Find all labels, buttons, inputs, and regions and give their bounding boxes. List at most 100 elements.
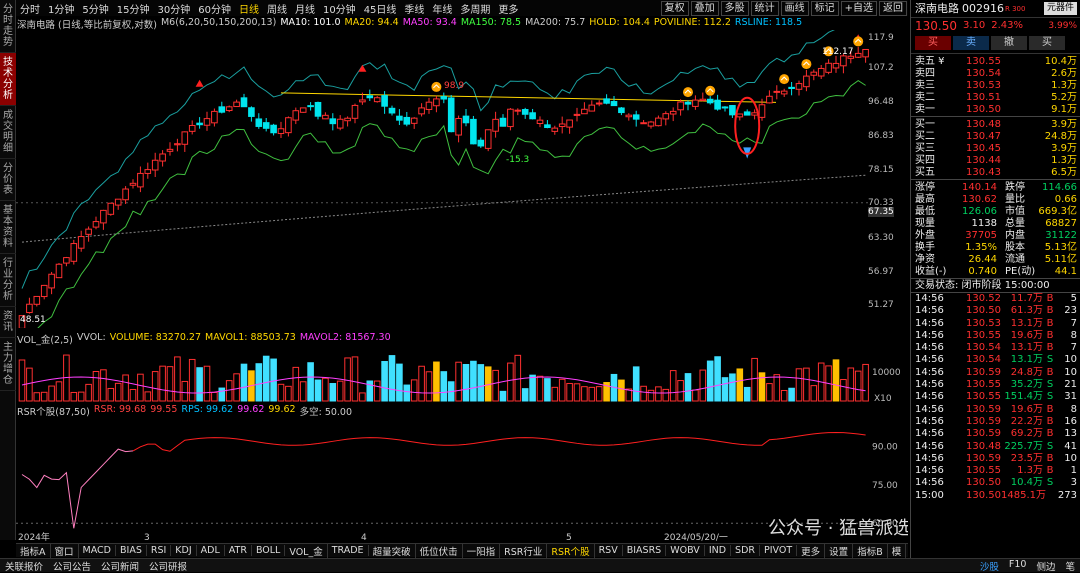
- quote-stats: 涨停 140.14 跌停 114.66 最高 130.62 量比 0.66 最低 126.06 市值…: [911, 179, 1080, 278]
- toolbar-action-0[interactable]: 复权: [660, 0, 689, 16]
- period-tab-3[interactable]: 15分钟: [117, 1, 150, 16]
- status-right-0[interactable]: 沙股: [975, 559, 1004, 573]
- toolbar-action-4[interactable]: 画线: [780, 0, 809, 16]
- vtab-3[interactable]: 分价表: [0, 159, 16, 201]
- toolbar-action-3[interactable]: 统计: [750, 0, 779, 16]
- indicator-tab-21[interactable]: PIVOT: [760, 545, 798, 556]
- indicator-tab-13[interactable]: 一阳指: [463, 543, 501, 558]
- candlestick-chart[interactable]: 112.17 98.9 -15.3 48.51: [16, 30, 908, 328]
- toolbar-action-5[interactable]: 标记: [810, 0, 839, 16]
- status-link-3[interactable]: 公司研报: [144, 559, 192, 573]
- indicator-tab-9[interactable]: VOL_金: [285, 543, 328, 558]
- indicator-tab-16[interactable]: RSV: [595, 545, 623, 556]
- vol-legend-item: VOLUME: 83270.27: [109, 332, 202, 343]
- period-tab-8[interactable]: 月线: [295, 1, 315, 16]
- buy-button[interactable]: 买: [915, 36, 951, 50]
- legend-item: RSLINE: 118.5: [734, 17, 803, 28]
- candle-body: [129, 182, 137, 186]
- toolbar-action-1[interactable]: 叠加: [690, 0, 719, 16]
- indicator-tab-11[interactable]: 超量突破: [369, 543, 416, 558]
- indicator-tab-8[interactable]: BOLL: [252, 545, 286, 556]
- status-link-1[interactable]: 公司公告: [48, 559, 96, 573]
- vtab-2[interactable]: 成交明细: [0, 106, 16, 159]
- volume-bar: [655, 386, 662, 402]
- indicator-tab-15[interactable]: RSR个股: [547, 543, 595, 558]
- period-tab-4[interactable]: 30分钟: [157, 1, 190, 16]
- vtab-1[interactable]: 技术分析: [0, 53, 16, 106]
- period-tab-10[interactable]: 45日线: [364, 1, 397, 16]
- period-tab-9[interactable]: 10分钟: [323, 1, 356, 16]
- status-right-1[interactable]: F10: [1004, 559, 1032, 573]
- vtab-5[interactable]: 行业分析: [0, 254, 16, 307]
- sell-button[interactable]: 卖: [953, 36, 989, 50]
- status-right-3[interactable]: 笔: [1060, 559, 1080, 573]
- indicator-tab-1[interactable]: 窗口: [51, 543, 79, 558]
- toolbar-action-6[interactable]: +自选: [840, 0, 877, 16]
- indicator-tab-14[interactable]: RSR行业: [500, 543, 548, 558]
- stat-value: 1138: [971, 218, 997, 229]
- indicator-tab-19[interactable]: IND: [705, 545, 732, 556]
- indicator-tab-3[interactable]: BIAS: [116, 545, 147, 556]
- period-tab-14[interactable]: 更多: [498, 1, 518, 16]
- indicator-tab-6[interactable]: ADL: [197, 545, 225, 556]
- vtab-7[interactable]: 主力增仓: [0, 338, 16, 391]
- indicator-tab-2[interactable]: MACD: [79, 545, 116, 556]
- volume-bar: [847, 367, 855, 402]
- volume-bar: [477, 364, 485, 402]
- period-tab-13[interactable]: 多周期: [460, 1, 490, 16]
- period-tab-0[interactable]: 分时: [20, 1, 40, 16]
- status-link-0[interactable]: 关联报价: [0, 559, 48, 573]
- indicator-tab-10[interactable]: TRADE: [328, 545, 369, 556]
- candle-body: [544, 124, 551, 129]
- period-tab-12[interactable]: 年线: [432, 1, 452, 16]
- indicator-tab-5[interactable]: KDJ: [171, 545, 197, 556]
- indicator-tab-23[interactable]: 设置: [825, 543, 854, 558]
- asks-label: 卖五 ¥: [915, 56, 945, 67]
- status-right-2[interactable]: 侧边: [1031, 559, 1060, 573]
- period-tab-1[interactable]: 1分钟: [48, 1, 74, 16]
- rsr-chart[interactable]: 90.0075.0060.002024年 3 4 5 2024/05/20/一 公众号 ·…: [16, 416, 908, 543]
- tick-side: B: [1046, 317, 1054, 329]
- sector-widget[interactable]: 元器件: [1043, 2, 1077, 15]
- indicator-right-0[interactable]: 指标B: [853, 543, 888, 558]
- indicator-tab-20[interactable]: SDR: [731, 545, 760, 556]
- indicator-tab-22[interactable]: 更多: [797, 543, 826, 558]
- status-link-2[interactable]: 公司新闻: [96, 559, 144, 573]
- indicator-tab-12[interactable]: 低位伏击: [416, 543, 463, 558]
- indicator-right-1[interactable]: 模: [888, 543, 907, 558]
- quick-buy-button[interactable]: 买: [1029, 36, 1065, 50]
- volume-bar: [137, 373, 144, 402]
- period-tab-11[interactable]: 季线: [404, 1, 424, 16]
- toolbar-action-7[interactable]: 返回: [879, 0, 907, 16]
- cancel-order-button[interactable]: 撤: [991, 36, 1027, 50]
- period-tab-5[interactable]: 60分钟: [198, 1, 231, 16]
- tick-list[interactable]: 14:56 130.52 11.7万 B 5 14:56 130.50 61.3万 B 23 14:…: [911, 292, 1080, 502]
- period-tab-2[interactable]: 5分钟: [82, 1, 108, 16]
- candle-body: [640, 122, 647, 125]
- indicator-tab-7[interactable]: ATR: [225, 545, 252, 556]
- candle-body: [77, 236, 85, 249]
- tick-volume: 13.1万: [1010, 342, 1043, 354]
- volume-chart[interactable]: 10000 X10: [16, 345, 908, 403]
- price-tick: 67.35: [868, 207, 894, 217]
- vtab-6[interactable]: 资讯: [0, 307, 16, 338]
- period-tab-6[interactable]: 日线: [239, 1, 259, 16]
- stat-label: 最高: [915, 194, 935, 205]
- volume-bar: [203, 365, 211, 402]
- volume-bar: [307, 362, 314, 402]
- asks-label: 卖一: [915, 104, 935, 115]
- indicator-tab-0[interactable]: 指标A: [16, 543, 51, 558]
- toolbar-action-2[interactable]: 多股: [720, 0, 749, 16]
- candle-body: [706, 98, 714, 104]
- vtab-4[interactable]: 基本资料: [0, 201, 16, 254]
- volume-bar: [299, 381, 307, 402]
- indicator-tab-18[interactable]: WOBV: [666, 545, 705, 556]
- indicator-tab-4[interactable]: RSI: [147, 545, 172, 556]
- tick-count: 7: [1070, 342, 1077, 354]
- vtab-0[interactable]: 分时走势: [0, 0, 16, 53]
- tick-side: S: [1046, 391, 1054, 403]
- volume-bar: [55, 381, 63, 402]
- indicator-tab-17[interactable]: BIASRS: [623, 545, 667, 556]
- period-tab-7[interactable]: 周线: [267, 1, 287, 16]
- start-label: 48.51: [20, 315, 46, 325]
